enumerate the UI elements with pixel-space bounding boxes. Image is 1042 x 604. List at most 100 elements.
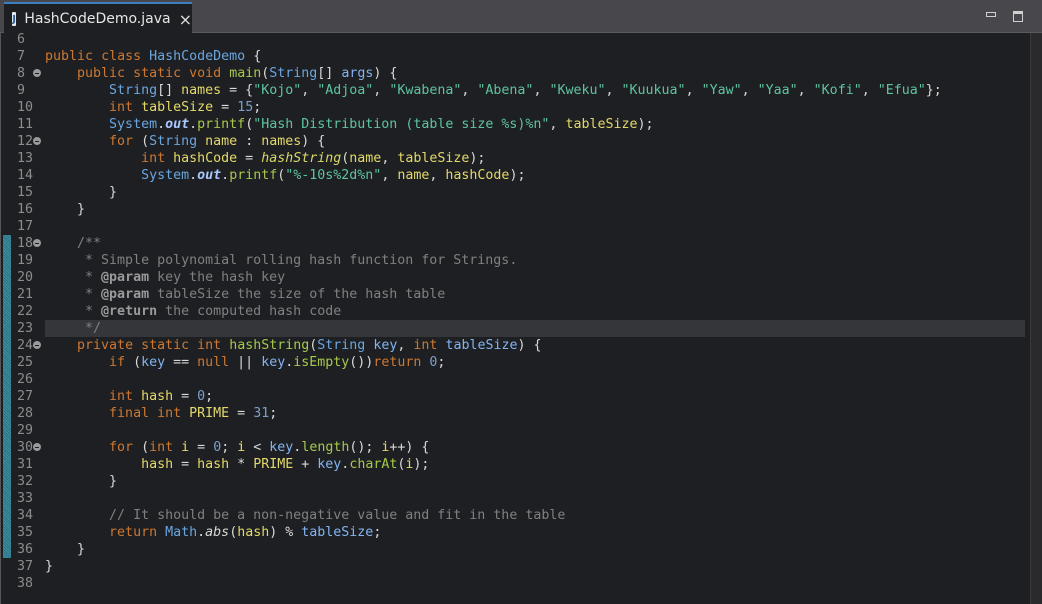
code-line[interactable]: 7 public class HashCodeDemo { [1, 48, 1030, 65]
code-line[interactable]: 23 */ [1, 320, 1030, 337]
code-line[interactable]: 33 [1, 490, 1030, 507]
code-line[interactable]: 30 for (int i = 0; i < key.length(); i++… [1, 439, 1030, 456]
code-token: , [549, 117, 566, 132]
code-line[interactable]: 18 /** [1, 235, 1030, 252]
code-line[interactable]: 17 [1, 218, 1030, 235]
code-text: final int PRIME = 31; [45, 405, 1025, 422]
code-token: || [229, 355, 262, 370]
code-token: /** [77, 236, 102, 251]
maximize-icon[interactable] [1013, 11, 1023, 22]
code-line[interactable]: 34 // It should be a non-negative value … [1, 507, 1030, 524]
code-line[interactable]: 28 final int PRIME = 31; [1, 405, 1030, 422]
fold-collapse-icon[interactable] [33, 341, 41, 349]
code-line[interactable]: 9 String[] names = {"Kojo", "Adjoa", "Kw… [1, 82, 1030, 99]
code-line[interactable]: 35 return Math.abs(hash) % tableSize; [1, 524, 1030, 541]
fold-collapse-icon[interactable] [33, 443, 41, 451]
change-marker [3, 473, 11, 490]
code-line[interactable]: 8 public static void main(String[] args)… [1, 65, 1030, 82]
line-number: 34 [17, 508, 34, 523]
code-token: public [77, 66, 126, 81]
code-token: } [45, 474, 118, 489]
code-line[interactable]: 15 } [1, 184, 1030, 201]
code-line[interactable]: 20 * @param key the hash key [1, 269, 1030, 286]
change-marker [3, 354, 11, 371]
code-line[interactable]: 24 private static int hashString(String … [1, 337, 1030, 354]
code-token: int [141, 151, 166, 166]
code-line[interactable]: 29 [1, 422, 1030, 439]
code-line[interactable]: 6 [1, 33, 1030, 48]
code-line[interactable]: 19 * Simple polynomial rolling hash func… [1, 252, 1030, 269]
code-editor[interactable]: 5 */67public class HashCodeDemo {8 publi… [0, 33, 1030, 604]
code-line[interactable]: 14 System.out.printf("%-10s%2d%n", name,… [1, 167, 1030, 184]
code-token: ; [205, 389, 214, 404]
line-number: 14 [17, 168, 34, 183]
code-token: String [317, 338, 366, 353]
line-number: 35 [17, 525, 34, 540]
fold-collapse-icon[interactable] [33, 137, 41, 145]
change-marker [3, 286, 11, 303]
fold-collapse-icon[interactable] [33, 239, 41, 247]
code-token: tableSize [445, 338, 518, 353]
code-token: int [109, 100, 134, 115]
code-token: "Kojo" [253, 83, 302, 98]
tab-hashcodedemo-java[interactable]: J HashCodeDemo.java × [4, 2, 192, 34]
code-line[interactable]: 13 int hashCode = hashString(name, table… [1, 150, 1030, 167]
code-line[interactable]: 16 } [1, 201, 1030, 218]
code-token: key [141, 355, 166, 370]
code-line[interactable]: 38 [1, 575, 1030, 592]
code-line[interactable]: 11 System.out.printf("Hash Distribution … [1, 116, 1030, 133]
code-token: ; [253, 100, 262, 115]
code-line[interactable]: 27 int hash = 0; [1, 388, 1030, 405]
code-text: int tableSize = 15; [45, 99, 1025, 116]
code-token: = [237, 151, 262, 166]
code-token: , [685, 83, 702, 98]
code-line[interactable]: 26 [1, 371, 1030, 388]
code-line[interactable]: 21 * @param tableSize the size of the ha… [1, 286, 1030, 303]
code-token: main [229, 66, 262, 81]
code-token: ); [637, 117, 654, 132]
code-token: i [181, 440, 190, 455]
code-line[interactable]: 32 } [1, 473, 1030, 490]
code-line[interactable]: 25 if (key == null || key.isEmpty())retu… [1, 354, 1030, 371]
code-token: , [429, 168, 446, 183]
change-marker [3, 524, 11, 541]
code-line[interactable]: 31 hash = hash * PRIME + key.charAt(i); [1, 456, 1030, 473]
code-token: tableSize [565, 117, 638, 132]
code-token: System [109, 117, 158, 132]
code-token: ( [229, 525, 238, 540]
code-text: * Simple polynomial rolling hash functio… [45, 252, 1025, 269]
line-number: 16 [17, 202, 34, 217]
code-text: for (int i = 0; i < key.length(); i++) { [45, 439, 1025, 456]
code-text: } [45, 473, 1025, 490]
code-token: for [109, 134, 134, 149]
overview-ruler[interactable] [1030, 33, 1042, 604]
code-token: names [181, 83, 222, 98]
code-token: * [45, 287, 102, 302]
code-token: ; [269, 406, 278, 421]
code-token: ); [509, 168, 526, 183]
line-number: 9 [17, 83, 26, 98]
code-line[interactable]: 22 * @return the computed hash code [1, 303, 1030, 320]
code-token: ) { [301, 134, 326, 149]
code-line[interactable]: 10 int tableSize = 15; [1, 99, 1030, 116]
code-line[interactable]: 36 } [1, 541, 1030, 558]
code-line[interactable]: 12 for (String name : names) { [1, 133, 1030, 150]
line-number: 28 [17, 406, 34, 421]
code-token: ; [221, 440, 238, 455]
code-line[interactable]: 37} [1, 558, 1030, 575]
fold-collapse-icon[interactable] [33, 69, 41, 77]
line-number: 20 [17, 270, 34, 285]
code-token: "Yaw" [701, 83, 742, 98]
minimize-icon[interactable] [986, 12, 996, 17]
line-number: 25 [17, 355, 34, 370]
code-text: for (String name : names) { [45, 133, 1025, 150]
code-token: "Yaa" [757, 83, 798, 98]
close-tab-icon[interactable]: × [179, 10, 192, 29]
code-token: "Kwabena" [389, 83, 462, 98]
code-token: tableSize the size of the hash table [149, 287, 446, 302]
